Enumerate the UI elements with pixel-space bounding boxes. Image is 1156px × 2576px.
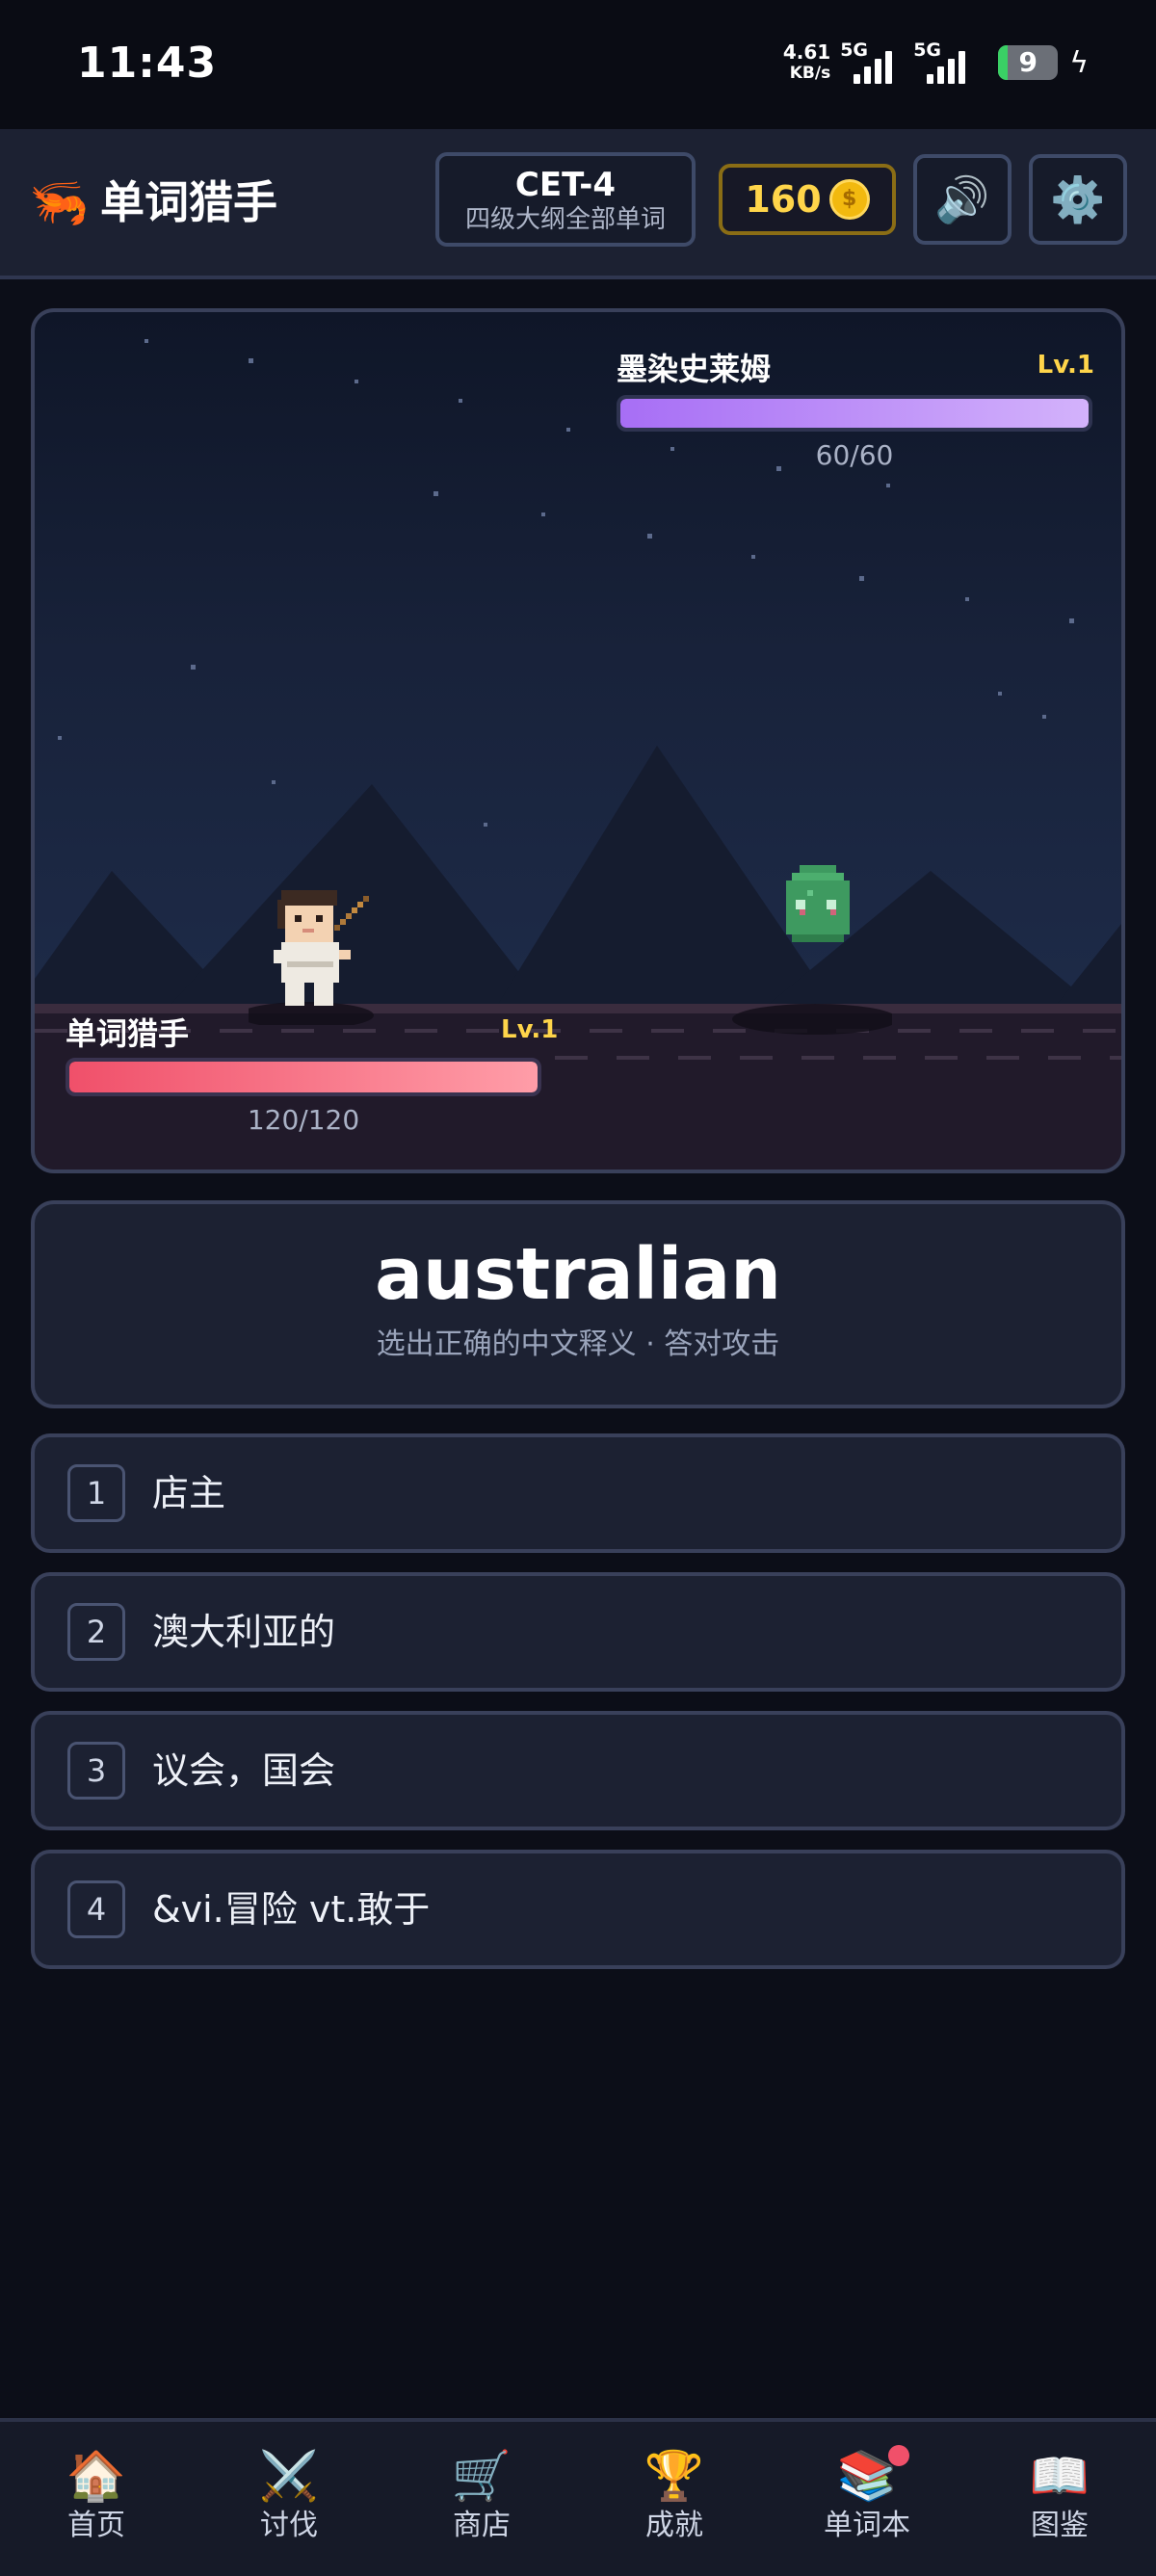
charging-icon: ϟ — [1069, 45, 1089, 80]
option-number: 4 — [67, 1880, 125, 1938]
signal-icon: 5G — [840, 39, 904, 84]
sound-button[interactable]: 🔊 — [913, 154, 1012, 245]
wordbook-subtitle: 四级大纲全部单词 — [464, 205, 666, 234]
player-hp-text: 120/120 — [247, 1104, 360, 1136]
battery-level: 9 — [1018, 46, 1038, 78]
signal-label: 5G — [840, 39, 869, 61]
question-card: australian 选出正确的中文释义 · 答对攻击 — [31, 1200, 1125, 1408]
nav-label: 单词本 — [824, 2509, 910, 2542]
status-bar: 11:43 4.61 KB/s 5G 5G 9 ϟ — [0, 0, 1156, 129]
wordbook-title: CET-4 — [514, 166, 617, 204]
gear-icon: ⚙️ — [1050, 172, 1106, 225]
coin-balance: 160 $ — [719, 164, 896, 235]
nav-item-battle[interactable]: ⚔️ 讨伐 — [193, 2422, 385, 2576]
slime-enemy-sprite — [732, 865, 892, 1035]
status-time: 11:43 — [77, 39, 218, 88]
shrimp-icon: 🦐 — [29, 174, 90, 230]
speaker-icon: 🔊 — [934, 172, 990, 225]
player-hp-fill — [69, 1062, 538, 1092]
option-text: 议会，国会 — [152, 1749, 336, 1792]
house-icon: 🏠 — [66, 2448, 127, 2504]
enemy-level: Lv.1 — [1037, 351, 1094, 380]
answer-option-4[interactable]: 4 &vi.冒险 vt.敢于 — [31, 1850, 1125, 1969]
battle-scene: 墨染史莱姆 Lv.1 60/60 单词猎手 Lv.1 120/120 — [31, 308, 1125, 1173]
option-text: 店主 — [152, 1472, 226, 1514]
network-speed: 4.61 KB/s — [782, 40, 831, 83]
player-hp-bar — [66, 1058, 541, 1096]
cart-icon: 🛒 — [451, 2448, 512, 2504]
player-level: Lv.1 — [501, 1015, 559, 1044]
enemy-hp-text: 60/60 — [815, 439, 894, 471]
player-name: 单词猎手 — [66, 1015, 190, 1052]
nav-label: 图鉴 — [1031, 2509, 1089, 2542]
nav-item-shop[interactable]: 🛒 商店 — [385, 2422, 578, 2576]
option-number: 3 — [67, 1742, 125, 1800]
option-number: 2 — [67, 1603, 125, 1661]
enemy-hp-bar — [617, 395, 1092, 432]
settings-button[interactable]: ⚙️ — [1029, 154, 1127, 245]
question-word: australian — [375, 1233, 781, 1316]
app-header: 🦐 单词猎手 CET-4 四级大纲全部单词 160 $ 🔊 ⚙️ — [0, 129, 1156, 279]
coin-icon: $ — [828, 179, 870, 220]
nav-label: 首页 — [67, 2509, 125, 2542]
status-indicators: 4.61 KB/s 5G 5G 9 ϟ — [783, 39, 1089, 87]
signal-label: 5G — [913, 39, 942, 61]
hunter-character-sprite — [249, 890, 374, 1025]
nav-label: 讨伐 — [260, 2509, 318, 2542]
enemy-name: 墨染史莱姆 — [617, 351, 772, 387]
nav-label: 成就 — [645, 2509, 703, 2542]
option-number: 1 — [67, 1464, 125, 1522]
nav-item-codex[interactable]: 📖 图鉴 — [963, 2422, 1156, 2576]
coin-count: 160 — [745, 178, 822, 221]
crossed-swords-icon: ⚔️ — [258, 2448, 320, 2504]
bottom-navigation: 🏠 首页 ⚔️ 讨伐 🛒 商店 🏆 成就 📚 单词本 📖 图鉴 — [0, 2418, 1156, 2576]
nav-item-home[interactable]: 🏠 首页 — [0, 2422, 193, 2576]
option-text: &vi.冒险 vt.敢于 — [152, 1888, 431, 1931]
books-icon: 📚 — [836, 2448, 898, 2504]
nav-item-achievements[interactable]: 🏆 成就 — [578, 2422, 771, 2576]
answer-option-3[interactable]: 3 议会，国会 — [31, 1711, 1125, 1830]
battery-icon: 9 — [998, 45, 1059, 80]
answer-option-2[interactable]: 2 澳大利亚的 — [31, 1572, 1125, 1692]
nav-label: 商店 — [453, 2509, 511, 2542]
open-book-icon: 📖 — [1029, 2448, 1090, 2504]
app-title: 单词猎手 — [100, 176, 277, 228]
signal-icon: 5G — [913, 39, 977, 84]
enemy-hp-fill — [620, 399, 1089, 428]
wordbook-selector-button[interactable]: CET-4 四级大纲全部单词 — [435, 152, 696, 247]
nav-item-wordbook[interactable]: 📚 单词本 — [771, 2422, 963, 2576]
option-text: 澳大利亚的 — [152, 1611, 336, 1653]
answer-option-1[interactable]: 1 店主 — [31, 1433, 1125, 1553]
trophy-icon: 🏆 — [644, 2448, 705, 2504]
notification-badge — [888, 2445, 909, 2466]
question-hint: 选出正确的中文释义 · 答对攻击 — [376, 1327, 780, 1361]
